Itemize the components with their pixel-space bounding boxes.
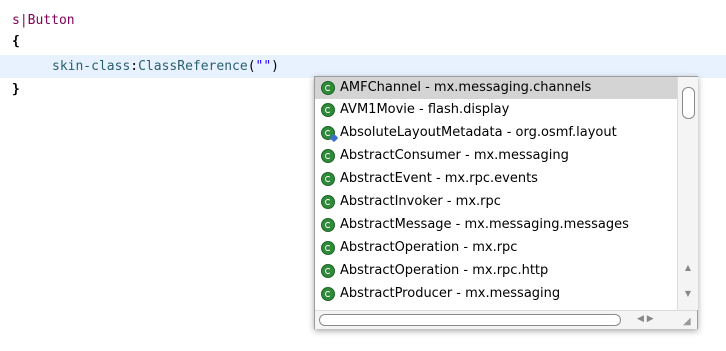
autocomplete-item-label: AbstractOperation - mx.rpc.http — [340, 263, 549, 278]
scroll-down-arrow-icon[interactable]: ▼ — [683, 289, 693, 299]
class-icon — [321, 81, 335, 95]
autocomplete-item-label: AbstractMessage - mx.messaging.messages — [340, 217, 629, 232]
resize-grip-icon[interactable]: ◢ — [683, 316, 695, 328]
autocomplete-item[interactable]: AbstractInvoker - mx.rpc — [315, 191, 677, 213]
code-line-2: { — [0, 30, 726, 53]
scroll-up-arrow-icon[interactable]: ▲ — [683, 263, 693, 273]
autocomplete-popup[interactable]: AMFChannel - mx.messaging.channels AVM1M… — [314, 76, 698, 329]
vertical-scrollbar[interactable]: ▲ ▼ — [677, 77, 698, 310]
class-icon — [321, 172, 335, 186]
class-icon — [321, 195, 335, 209]
autocomplete-item-label: AbstractOperation - mx.rpc — [340, 240, 518, 255]
autocomplete-item[interactable]: AbstractOperation - mx.rpc — [315, 237, 677, 259]
autocomplete-item-label: AMFChannel - mx.messaging.channels — [340, 80, 592, 95]
class-icon — [321, 241, 335, 255]
code-line-3: skin-class:ClassReference("") — [0, 55, 726, 78]
autocomplete-item-label: AbstractEvent - mx.rpc.events — [340, 171, 538, 186]
autocomplete-item-label: AbsoluteLayoutMetadata - org.osmf.layout — [340, 125, 617, 140]
autocomplete-item[interactable]: AbstractOperation - mx.rpc.http — [315, 260, 677, 282]
horizontal-scrollbar[interactable]: ◀ ▶ ◢ — [315, 310, 697, 329]
class-icon — [321, 264, 335, 278]
code-statement: skin-class:ClassReference("") — [52, 55, 279, 78]
autocomplete-item[interactable]: AbsoluteLayoutMetadata - org.osmf.layout — [315, 122, 677, 144]
string-literal: "" — [255, 59, 272, 74]
class-icon-alt — [321, 126, 335, 140]
class-icon — [321, 287, 335, 301]
close-brace: } — [12, 82, 20, 97]
autocomplete-item[interactable]: AMFChannel - mx.messaging.channels — [315, 77, 677, 99]
autocomplete-item[interactable]: AbstractMessage - mx.messaging.messages — [315, 214, 677, 236]
autocomplete-item[interactable]: AVM1Movie - flash.display — [315, 99, 677, 121]
code-line-1: s|Button — [0, 9, 726, 32]
horizontal-scroll-thumb[interactable] — [319, 314, 621, 326]
class-icon — [321, 149, 335, 163]
vertical-scroll-thumb[interactable] — [682, 87, 695, 119]
autocomplete-item-label: AVM1Movie - flash.display — [340, 102, 510, 117]
open-brace: { — [12, 34, 20, 49]
paren-close: ) — [271, 59, 279, 74]
horizontal-scroll-arrows[interactable]: ◀ ▶ — [637, 313, 667, 325]
autocomplete-item-label: AbstractConsumer - mx.messaging — [340, 148, 569, 163]
autocomplete-item[interactable]: AbstractConsumer - mx.messaging — [315, 145, 677, 167]
class-icon — [321, 218, 335, 232]
autocomplete-item[interactable]: AbstractEvent - mx.rpc.events — [315, 168, 677, 190]
paren-open: ( — [247, 59, 256, 74]
class-icon — [321, 103, 335, 117]
scroll-left-arrow-icon[interactable]: ◀ — [637, 314, 644, 324]
autocomplete-item[interactable]: AbstractProducer - mx.messaging — [315, 283, 677, 310]
colon: : — [130, 59, 139, 74]
css-selector: s|Button — [12, 13, 75, 28]
property-name: skin-class — [52, 59, 131, 74]
autocomplete-item-label: AbstractProducer - mx.messaging — [340, 286, 561, 301]
scroll-right-arrow-icon[interactable]: ▶ — [647, 314, 654, 324]
autocomplete-item-label: AbstractInvoker - mx.rpc — [340, 194, 501, 209]
function-name: ClassReference — [138, 59, 248, 74]
